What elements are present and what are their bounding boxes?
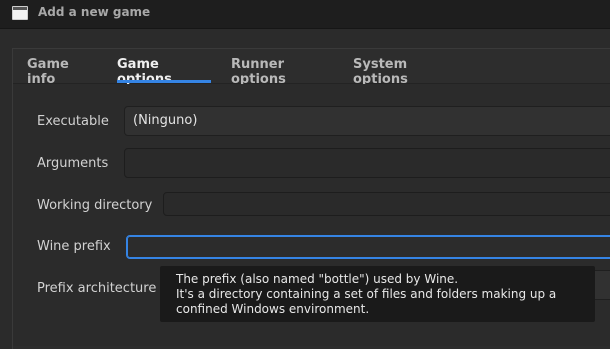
tooltip-line-3: confined Windows environment.	[176, 302, 370, 316]
tooltip-line-2: It's a directory containing a set of fil…	[176, 287, 557, 301]
wine-prefix-tooltip: The prefix (also named "bottle") used by…	[160, 266, 595, 322]
tab-system-options[interactable]: System options	[353, 57, 453, 87]
working-directory-label: Working directory	[37, 198, 153, 213]
wine-prefix-input[interactable]	[126, 235, 610, 259]
tab-game-info[interactable]: Game info	[27, 57, 95, 87]
tab-runner-options[interactable]: Runner options	[231, 57, 331, 87]
executable-dropdown[interactable]: (Ninguno)	[124, 106, 610, 136]
executable-label: Executable	[37, 114, 109, 129]
window-title: Add a new game	[38, 5, 151, 19]
tooltip-line-1: The prefix (also named "bottle") used by…	[176, 272, 459, 286]
window-icon	[12, 6, 28, 20]
tab-game-options[interactable]: Game options	[117, 57, 211, 87]
working-directory-input[interactable]	[163, 192, 610, 216]
wine-prefix-label: Wine prefix	[37, 239, 111, 254]
arguments-input[interactable]	[124, 148, 610, 178]
arguments-label: Arguments	[37, 156, 109, 171]
tab-bar: Game info Game options Runner options Sy…	[13, 49, 610, 87]
title-bar: Add a new game	[0, 0, 610, 29]
prefix-architecture-label: Prefix architecture	[37, 281, 157, 296]
